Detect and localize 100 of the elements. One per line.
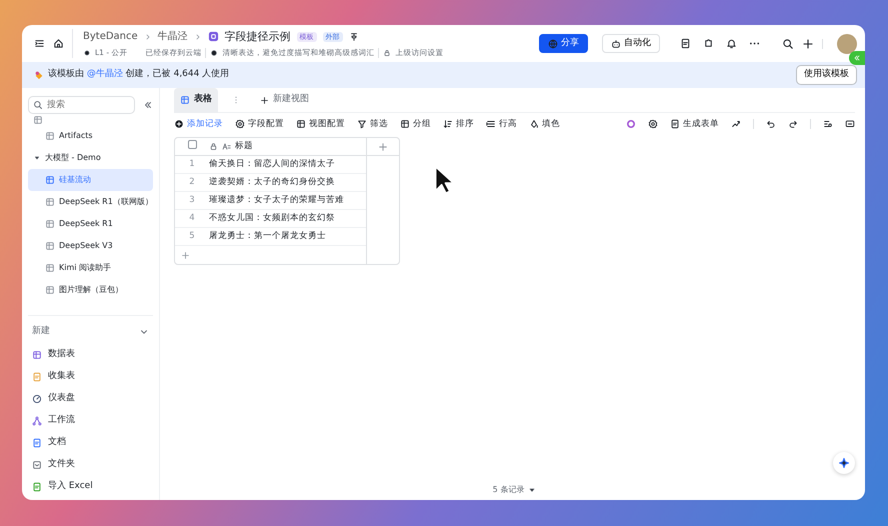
access-icon: [383, 48, 392, 57]
table-icon: [32, 350, 42, 360]
gear-icon: [235, 119, 245, 129]
tree-item[interactable]: DeepSeek R1（联网版）: [28, 191, 153, 213]
home-icon[interactable]: [53, 38, 64, 49]
redo-icon[interactable]: [788, 119, 798, 129]
collapse-sidebar-icon[interactable]: [143, 100, 153, 110]
create-item[interactable]: 文件夹: [28, 454, 153, 476]
banner-text: 该模板由 @牛晶泾 创建，已被 4,644 人使用: [48, 68, 230, 82]
ring-icon[interactable]: [626, 119, 636, 129]
undo-icon[interactable]: [766, 119, 776, 129]
add-icon[interactable]: [802, 38, 814, 50]
create-item[interactable]: 数据表: [28, 344, 153, 366]
chevron-icon: [144, 32, 152, 41]
group-icon: [400, 119, 410, 129]
row-number: 5: [188, 230, 196, 243]
table-icon: [45, 175, 55, 185]
generate-form-button[interactable]: 生成表单: [670, 118, 719, 130]
search-field[interactable]: 搜索: [28, 96, 135, 114]
toolbar-button[interactable]: 字段配置: [235, 118, 284, 130]
dashboard-icon: [32, 394, 42, 404]
tree-item[interactable]: Artifacts: [28, 125, 153, 147]
add-icon: [260, 96, 269, 104]
row-number: 2: [188, 176, 196, 189]
document-title[interactable]: 字段捷径示例: [224, 28, 291, 46]
table-icon: [33, 115, 43, 125]
create-item[interactable]: 仪表盘: [28, 388, 153, 410]
document-icon[interactable]: [680, 38, 691, 49]
table-cell: 屠龙勇士：第一个屠龙女勇士: [209, 230, 326, 243]
table-icon: [45, 219, 55, 229]
form-icon: [32, 372, 42, 382]
tree-item[interactable]: DeepSeek V3: [28, 235, 153, 257]
ai-assistant-button[interactable]: [833, 452, 855, 474]
toolbar-button[interactable]: 筛选: [357, 118, 388, 130]
add-column-icon[interactable]: [378, 142, 388, 152]
table-icon: [45, 263, 55, 273]
toolbar-button[interactable]: 排序: [443, 118, 474, 130]
table-icon: [180, 95, 190, 105]
toolbar-button[interactable]: 填色: [529, 118, 560, 130]
create-item[interactable]: 收集表: [28, 366, 153, 388]
globe-icon: [548, 38, 558, 48]
tree-item[interactable]: 图片理解（豆包）: [28, 279, 153, 301]
toolbar-button[interactable]: 分组: [400, 118, 431, 130]
column-header[interactable]: 标题: [235, 140, 253, 153]
create-item[interactable]: 文档: [28, 432, 153, 454]
fill-icon: [529, 119, 539, 129]
breadcrumb-link[interactable]: 牛晶泾: [158, 29, 188, 44]
select-all-checkbox[interactable]: [188, 140, 196, 149]
table-icon: [45, 241, 55, 251]
text-field-icon: [222, 142, 231, 151]
collapse-icon: [853, 54, 861, 62]
pin-icon[interactable]: [348, 32, 359, 42]
search-icon: [33, 100, 43, 110]
excel-icon: [32, 482, 42, 492]
table-icon: [45, 131, 55, 141]
workflow-icon: [32, 416, 42, 426]
view-tab[interactable]: 表格: [174, 88, 218, 112]
record-count: 5 条记录: [492, 484, 524, 496]
author-link[interactable]: @牛晶泾: [86, 69, 123, 80]
add-view-button[interactable]: 新建视图: [254, 88, 315, 112]
doc-icon: [32, 438, 42, 448]
tree-item[interactable]: DeepSeek R1: [28, 213, 153, 235]
sort-icon: [443, 119, 453, 129]
template-icon: [34, 70, 44, 80]
sidebar-toggle-icon[interactable]: [34, 38, 45, 49]
search-icon[interactable]: [782, 38, 794, 50]
tree-item[interactable]: Kimi 阅读助手: [28, 257, 153, 279]
create-item[interactable]: 导入 Excel: [28, 476, 153, 498]
breadcrumb-link[interactable]: ByteDance: [83, 29, 138, 44]
row-height-icon: [486, 119, 496, 129]
use-template-button[interactable]: 使用该模板: [796, 65, 857, 85]
table-cell: 不惑女儿国：女频剧本的玄幻祭: [209, 212, 335, 225]
gear-icon[interactable]: [648, 119, 658, 129]
automation-button[interactable]: 自动化: [602, 34, 660, 53]
notification-icon[interactable]: [726, 38, 737, 49]
comment-icon[interactable]: [845, 119, 855, 129]
add-icon: [174, 119, 184, 129]
table-cell: 逆袭契婿：太子的奇幻身份交换: [209, 176, 335, 189]
create-item[interactable]: 工作流: [28, 410, 153, 432]
dropdown-icon[interactable]: [528, 486, 536, 494]
chevron-icon: [194, 32, 202, 41]
row-number: 3: [188, 194, 196, 207]
document-icon: [208, 31, 219, 42]
toolbar-button[interactable]: 行高: [486, 118, 517, 130]
filter-icon: [357, 119, 367, 129]
table-icon: [45, 285, 55, 295]
settings-icon[interactable]: [823, 119, 833, 129]
grid-icon: [296, 119, 306, 129]
row-number: 4: [188, 212, 196, 225]
folder-icon: [32, 460, 42, 470]
section-label: 新建: [32, 325, 50, 338]
folder-item[interactable]: 大模型 - Demo: [28, 147, 153, 169]
robot-icon: [611, 38, 621, 48]
table-cell: 偷天换日：留恋人间的深情太子: [209, 158, 335, 171]
toolbar-button[interactable]: 视图配置: [296, 118, 345, 130]
lock-icon: [209, 142, 218, 151]
add-record-button[interactable]: 添加记录: [174, 118, 223, 130]
expand-caret-icon[interactable]: [33, 154, 41, 162]
tree-item[interactable]: 硅基流动: [28, 169, 153, 191]
share-button[interactable]: 分享: [539, 34, 588, 53]
